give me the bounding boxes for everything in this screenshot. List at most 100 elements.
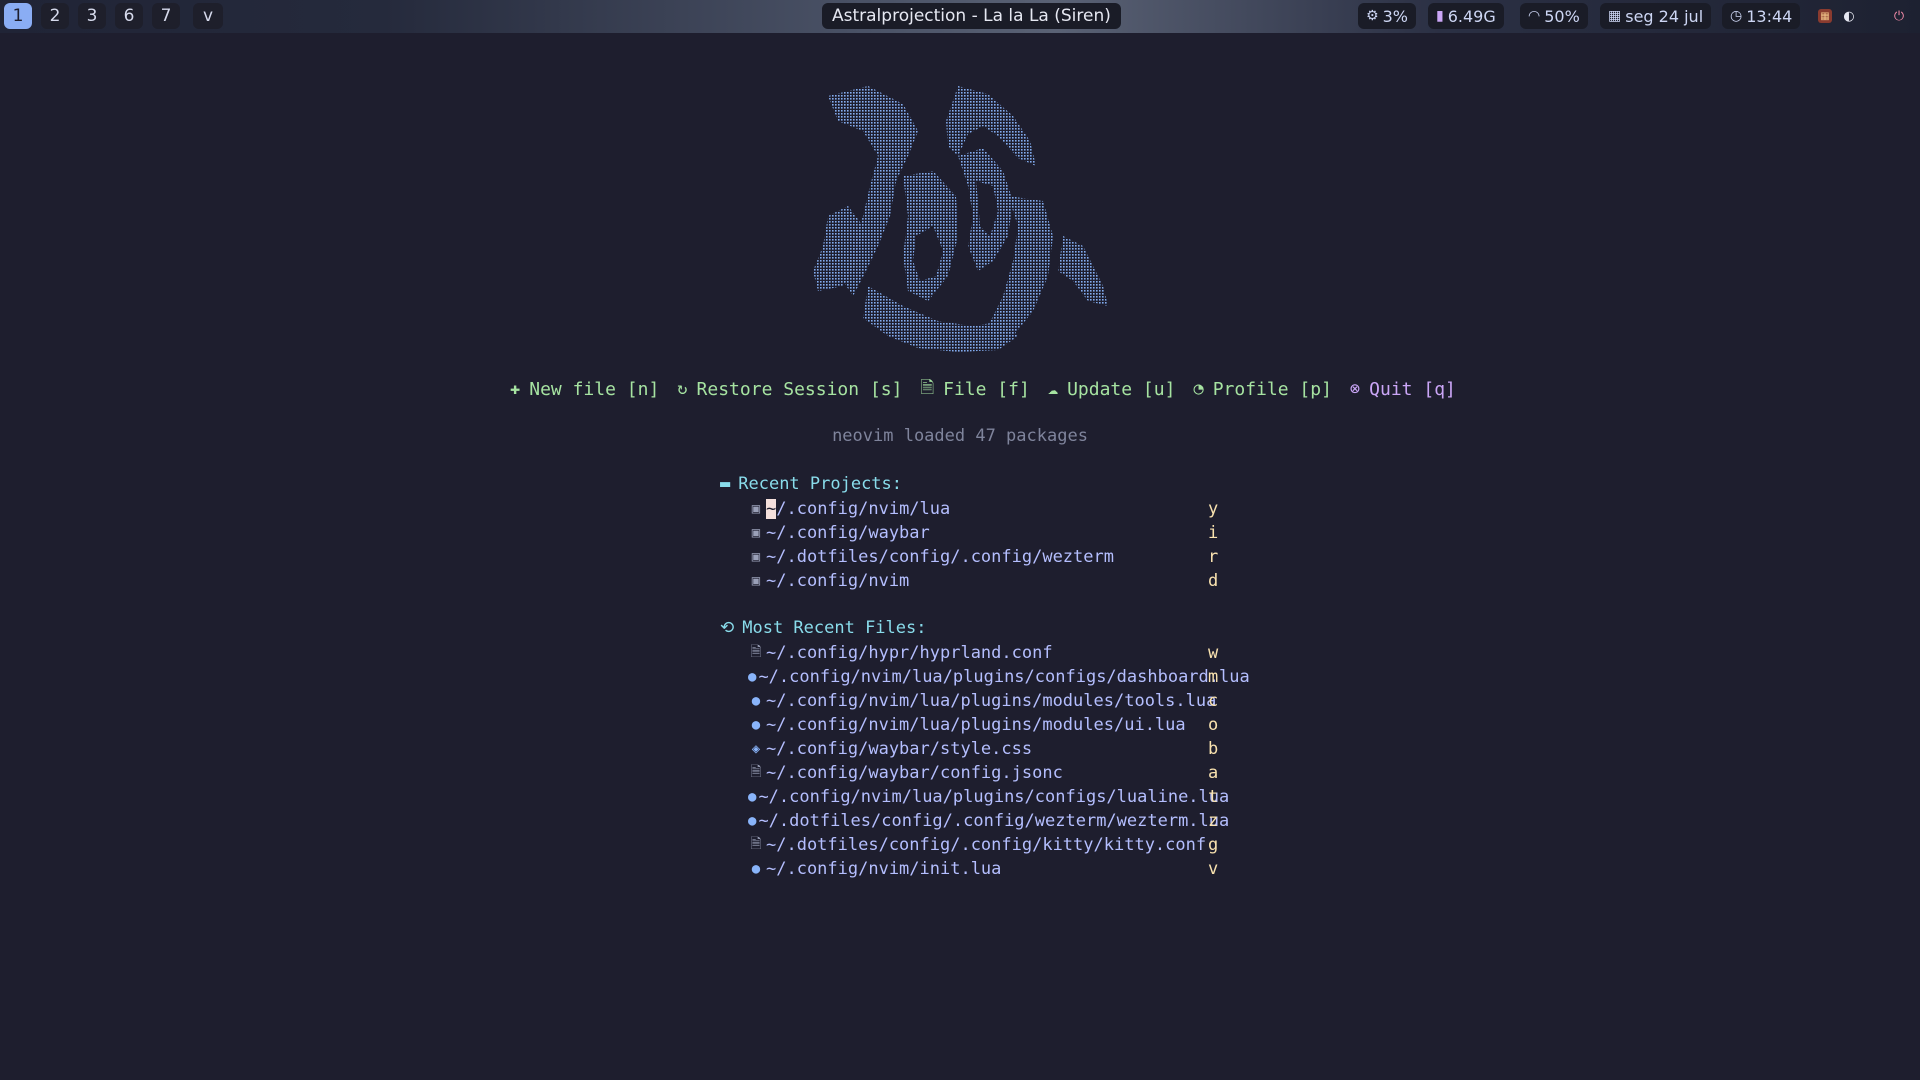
profile-label: Profile [p] (1212, 378, 1332, 400)
window-title: Astralprojection - La la La (Siren) (822, 3, 1121, 29)
find-file-button[interactable]: 🗎 File [f] (920, 376, 1029, 402)
brightness-indicator[interactable]: ◠ 50% (1520, 3, 1588, 29)
workspace-button-7[interactable]: 7 (152, 3, 180, 29)
brightness-value: 50% (1544, 6, 1580, 26)
recent-file-row[interactable]: 🗎 ~/.dotfiles/config/.config/kitty/kitty… (748, 834, 1218, 856)
shortcut-key: y (1208, 499, 1219, 519)
restore-session-label: Restore Session [s] (696, 378, 903, 400)
recent-project-row[interactable]: ▣ ~/.config/nvim d (748, 570, 1218, 592)
recent-project-path: ~/.config/waybar (766, 523, 930, 543)
text-cursor: ~ (766, 499, 777, 519)
text-file-icon: 🗎 (750, 764, 762, 780)
power-area: ⏻ (1892, 3, 1906, 29)
shortcut-key: c (1208, 691, 1219, 711)
recent-file-row[interactable]: 🗎 ~/.config/hypr/hyprland.conf w (748, 642, 1218, 664)
shortcut-key: w (1208, 643, 1219, 663)
packages-loaded-message: neovim loaded 47 packages (832, 426, 1088, 446)
recent-file-row[interactable]: ◈ ~/.config/waybar/style.css b (748, 738, 1218, 760)
memory-indicator[interactable]: ▮ 6.49G (1428, 3, 1504, 29)
lua-file-icon: ● (748, 669, 757, 685)
new-file-label: New file [n] (529, 378, 660, 400)
clock-icon: ◷ (1730, 8, 1743, 24)
recent-project-path: ~/.dotfiles/config/.config/wezterm (766, 547, 1114, 567)
top-status-bar: 1 2 3 6 7 v Astralprojection - La la La … (0, 0, 1920, 33)
project-icon: ▣ (751, 573, 761, 589)
new-file-button[interactable]: ✚ New file [n] (510, 376, 659, 402)
shortcut-key: m (1208, 667, 1219, 687)
recent-file-path: ~/.config/nvim/lua/plugins/configs/dashb… (758, 667, 1250, 687)
recent-file-row[interactable]: ● ~/.config/nvim/lua/plugins/configs/lua… (748, 786, 1229, 808)
recent-file-path: ~/.config/hypr/hyprland.conf (766, 643, 1053, 663)
workspace-button-3[interactable]: 3 (78, 3, 106, 29)
recent-project-path: ~/.config/nvim/lua (766, 499, 951, 519)
update-button[interactable]: ☁ Update [u] (1048, 376, 1176, 402)
find-file-label: File [f] (943, 378, 1030, 400)
workspace-switcher: 1 2 3 6 7 v (4, 3, 223, 29)
profile-button[interactable]: ◔ Profile [p] (1193, 376, 1331, 402)
recent-file-row[interactable]: ● ~/.config/nvim/lua/plugins/modules/ui.… (748, 714, 1218, 736)
plus-icon: ✚ (510, 379, 521, 399)
recent-file-path: ~/.config/nvim/lua/plugins/modules/ui.lu… (766, 715, 1186, 735)
recent-projects-title: Recent Projects: (738, 474, 903, 494)
recent-project-row[interactable]: ▣ ~/.config/nvim/lua y (748, 498, 1218, 520)
project-icon: ▣ (751, 501, 761, 517)
clock-indicator[interactable]: ◷ 13:44 (1722, 3, 1801, 29)
shortcut-key: b (1208, 739, 1219, 759)
cpu-value: 3% (1382, 6, 1408, 26)
calendar-icon: ▦ (1608, 8, 1622, 24)
lua-file-icon: ● (751, 693, 761, 709)
history-icon: ⟲ (720, 618, 735, 638)
restore-session-button[interactable]: ↻ Restore Session [s] (677, 376, 902, 402)
shortcut-key: a (1208, 763, 1219, 783)
shortcut-key: v (1208, 859, 1219, 879)
refresh-icon: ↻ (677, 379, 688, 399)
recent-file-path: ~/.config/waybar/style.css (766, 739, 1033, 759)
ascii-art-graphic (813, 86, 1108, 352)
memory-value: 6.49G (1447, 6, 1496, 26)
memory-icon: ▮ (1436, 8, 1444, 24)
shortcut-key: z (1208, 811, 1219, 831)
lua-file-icon: ● (748, 813, 757, 829)
recent-project-path: ~/.config/nvim (766, 571, 910, 591)
recent-file-row[interactable]: ● ~/.config/nvim/init.lua v (748, 858, 1218, 880)
cpu-icon: ⚙ (1366, 8, 1379, 24)
text-file-icon: 🗎 (750, 836, 762, 852)
cloud-upload-icon: ☁ (1047, 379, 1059, 399)
recent-file-row[interactable]: ● ~/.config/nvim/lua/plugins/modules/too… (748, 690, 1218, 712)
recent-files-title: Most Recent Files: (742, 618, 927, 638)
lua-file-icon: ● (751, 717, 761, 733)
shortcut-key: r (1208, 547, 1219, 567)
steam-icon[interactable]: ◐ (1842, 9, 1856, 24)
lua-file-icon: ● (748, 789, 757, 805)
workspace-button-6[interactable]: 6 (115, 3, 143, 29)
recent-file-path: ~/.dotfiles/config/.config/kitty/kitty.c… (766, 835, 1207, 855)
tray-app-icon[interactable]: ▦ (1818, 9, 1832, 23)
recent-project-row[interactable]: ▣ ~/.dotfiles/config/.config/wezterm r (748, 546, 1218, 568)
cpu-indicator[interactable]: ⚙ 3% (1358, 3, 1416, 29)
recent-project-row[interactable]: ▣ ~/.config/waybar i (748, 522, 1218, 544)
workspace-button-2[interactable]: 2 (41, 3, 69, 29)
update-label: Update [u] (1067, 378, 1176, 400)
recent-file-row[interactable]: 🗎 ~/.config/waybar/config.jsonc a (748, 762, 1218, 784)
workspace-button-1[interactable]: 1 (4, 3, 32, 29)
folder-icon: ▬ (720, 474, 731, 494)
file-search-icon: 🗎 (920, 377, 935, 398)
recent-file-path: ~/.config/waybar/config.jsonc (766, 763, 1063, 783)
date-indicator[interactable]: ▦ seg 24 jul (1600, 3, 1712, 29)
recent-file-path: ~/.config/nvim/init.lua (766, 859, 1002, 879)
shortcut-key: t (1208, 787, 1219, 807)
shortcut-key: g (1208, 835, 1219, 855)
quit-button[interactable]: ⊗ Quit [q] (1350, 376, 1456, 402)
text-file-icon: 🗎 (750, 644, 762, 660)
dashboard-ascii-art (808, 86, 1110, 352)
shortcut-key: o (1208, 715, 1219, 735)
recent-file-row[interactable]: ● ~/.config/nvim/lua/plugins/configs/das… (748, 666, 1250, 688)
recent-file-path: ~/.config/nvim/lua/plugins/configs/luali… (758, 787, 1230, 807)
shortcut-key: d (1208, 571, 1219, 591)
recent-file-path: ~/.config/nvim/lua/plugins/modules/tools… (766, 691, 1217, 711)
css-file-icon: ◈ (751, 741, 761, 757)
power-icon[interactable]: ⏻ (1892, 9, 1906, 24)
date-value: seg 24 jul (1625, 6, 1704, 26)
recent-file-row[interactable]: ● ~/.dotfiles/config/.config/wezterm/wez… (748, 810, 1229, 832)
workspace-button-v[interactable]: v (193, 3, 223, 29)
